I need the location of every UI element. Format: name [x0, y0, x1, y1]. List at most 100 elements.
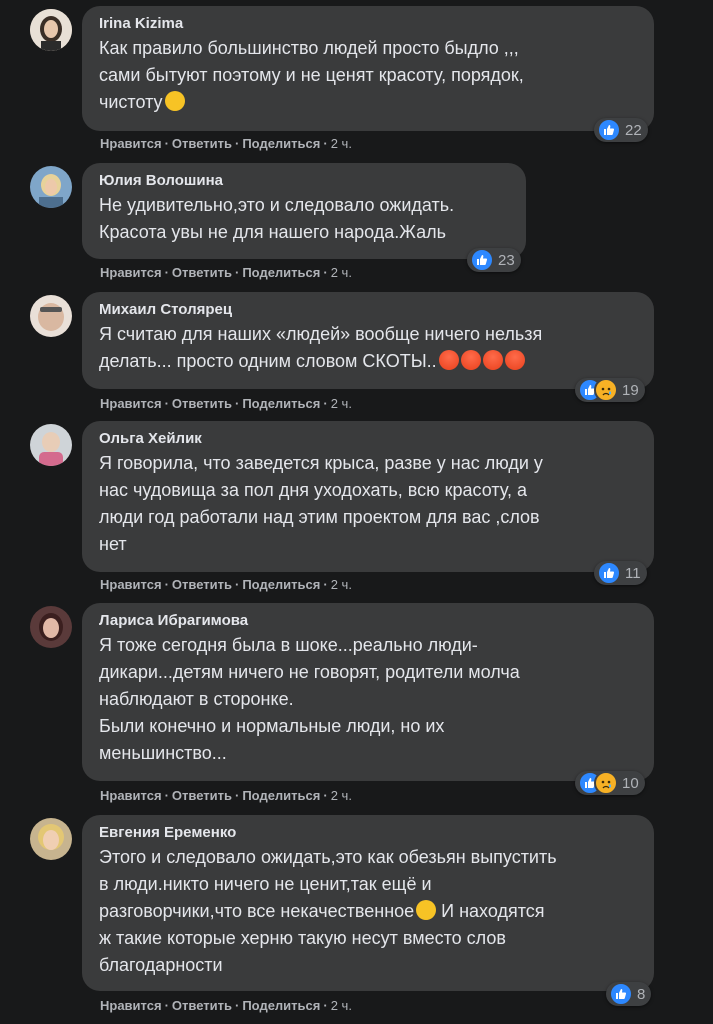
comment-author[interactable]: Лариса Ибрагимова — [99, 611, 638, 631]
comment-bubble: Юлия Волошина Не удивительно,это и следо… — [82, 163, 526, 259]
text-line: Красота увы не для нашего народа.Жаль — [99, 222, 446, 242]
reaction-count: 10 — [622, 774, 639, 792]
reply-button[interactable]: Ответить — [172, 136, 232, 151]
timestamp[interactable]: 2 ч. — [331, 577, 352, 592]
reaction-count: 19 — [622, 381, 639, 399]
text-line: ж такие которые херню такую несут вместо… — [99, 928, 506, 948]
comment-text: Я говорила, что заведется крыса, разве у… — [99, 450, 638, 558]
text-line: Не удивительно,это и следовало ожидать. — [99, 195, 455, 215]
comment-text: Я считаю для наших «людей» вообще ничего… — [99, 321, 638, 375]
reactions-summary[interactable]: 22 — [594, 118, 648, 142]
timestamp[interactable]: 2 ч. — [331, 136, 352, 151]
share-button[interactable]: Поделиться — [242, 136, 320, 151]
comment-bubble: Евгения Еременко Этого и следовало ожида… — [82, 815, 654, 991]
like-button[interactable]: Нравится — [100, 396, 162, 411]
comment-bubble: Михаил Столярец Я считаю для наших «люде… — [82, 292, 654, 389]
timestamp[interactable]: 2 ч. — [331, 396, 352, 411]
comment-text: Не удивительно,это и следовало ожидать. … — [99, 192, 510, 246]
timestamp[interactable]: 2 ч. — [331, 265, 352, 280]
comment-author[interactable]: Михаил Столярец — [99, 300, 638, 320]
reactions-summary[interactable]: 11 — [594, 561, 647, 585]
text-line: люди год работали над этим проектом для … — [99, 507, 540, 527]
reply-button[interactable]: Ответить — [172, 998, 232, 1013]
separator: · — [234, 998, 240, 1013]
like-icon — [597, 118, 621, 142]
timestamp[interactable]: 2 ч. — [331, 788, 352, 803]
like-button[interactable]: Нравится — [100, 136, 162, 151]
avatar[interactable] — [30, 9, 72, 51]
separator: · — [323, 577, 328, 592]
comment-bubble: Ольга Хейлик Я говорила, что заведется к… — [82, 421, 654, 572]
reactions-summary[interactable]: 10 — [575, 771, 645, 795]
reaction-count: 8 — [637, 985, 646, 1003]
separator: · — [164, 577, 169, 592]
separator: · — [164, 265, 169, 280]
avatar[interactable] — [30, 424, 72, 466]
sad-emoji-icon — [164, 91, 185, 111]
angry-emoji-icon — [438, 350, 459, 370]
share-button[interactable]: Поделиться — [242, 265, 320, 280]
reply-button[interactable]: Ответить — [172, 577, 232, 592]
avatar[interactable] — [30, 166, 72, 208]
like-icon — [609, 982, 633, 1006]
reactions-summary[interactable]: 19 — [575, 378, 645, 402]
comment-actions: Нравится · Ответить · Поделиться · 2 ч. — [100, 136, 352, 152]
separator: · — [164, 788, 169, 803]
text-line: делать... просто одним словом СКОТЫ.. — [99, 348, 638, 375]
separator: · — [164, 396, 169, 411]
comment-actions: Нравится · Ответить · Поделиться · 2 ч. — [100, 577, 352, 593]
comment-bubble: Лариса Ибрагимова Я тоже сегодня была в … — [82, 603, 654, 781]
comment-actions: Нравится · Ответить · Поделиться · 2 ч. — [100, 998, 352, 1014]
reaction-count: 11 — [625, 564, 641, 582]
comment-bubble: Irina Kizima Как правило большинство люд… — [82, 6, 654, 131]
comment-author[interactable]: Ольга Хейлик — [99, 429, 638, 449]
avatar[interactable] — [30, 818, 72, 860]
separator: · — [323, 396, 328, 411]
text-line: Как правило большинство людей просто быд… — [99, 38, 519, 58]
separator: · — [234, 265, 240, 280]
comment-text: Я тоже сегодня была в шоке...реально люд… — [99, 632, 638, 767]
angry-emoji-icon — [460, 350, 481, 370]
separator: · — [234, 136, 240, 151]
avatar[interactable] — [30, 606, 72, 648]
reaction-count: 22 — [625, 121, 642, 139]
share-button[interactable]: Поделиться — [242, 788, 320, 803]
share-button[interactable]: Поделиться — [242, 998, 320, 1013]
comment-text: Как правило большинство людей просто быд… — [99, 35, 638, 116]
reply-button[interactable]: Ответить — [172, 396, 232, 411]
text-line: разговорчики,что все некачественное И на… — [99, 900, 545, 921]
separator: · — [323, 788, 328, 803]
like-button[interactable]: Нравится — [100, 788, 162, 803]
separator: · — [234, 788, 240, 803]
laughing-emoji-icon — [416, 900, 437, 920]
like-button[interactable]: Нравится — [100, 577, 162, 592]
reactions-summary[interactable]: 8 — [606, 982, 652, 1006]
separator: · — [323, 998, 328, 1013]
like-icon — [470, 248, 494, 272]
share-button[interactable]: Поделиться — [242, 577, 320, 592]
comment-actions: Нравится · Ответить · Поделиться · 2 ч. — [100, 788, 352, 804]
comment-author[interactable]: Irina Kizima — [99, 14, 638, 34]
text-line: благодарности — [99, 955, 223, 975]
timestamp[interactable]: 2 ч. — [331, 998, 352, 1013]
like-button[interactable]: Нравится — [100, 998, 162, 1013]
text-line: чистоту — [99, 89, 638, 116]
share-button[interactable]: Поделиться — [242, 396, 320, 411]
separator: · — [164, 136, 169, 151]
comment-actions: Нравится · Ответить · Поделиться · 2 ч. — [100, 396, 352, 412]
text-line: Я считаю для наших «людей» вообще ничего… — [99, 324, 543, 344]
avatar[interactable] — [30, 295, 72, 337]
reply-button[interactable]: Ответить — [172, 265, 232, 280]
comment-actions: Нравится · Ответить · Поделиться · 2 ч. — [100, 265, 352, 281]
comment-author[interactable]: Евгения Еременко — [99, 823, 638, 843]
reply-button[interactable]: Ответить — [172, 788, 232, 803]
separator: · — [164, 998, 169, 1013]
sad-reaction-icon — [594, 378, 618, 402]
comment-text: Этого и следовало ожидать,это как обезья… — [99, 844, 638, 979]
text-line: в люди.никто ничего не ценит,так ещё и — [99, 874, 432, 894]
reactions-summary[interactable]: 23 — [467, 248, 521, 272]
like-button[interactable]: Нравится — [100, 265, 162, 280]
comment-author[interactable]: Юлия Волошина — [99, 171, 510, 191]
separator: · — [323, 265, 328, 280]
text-line: меньшинство... — [99, 743, 227, 763]
